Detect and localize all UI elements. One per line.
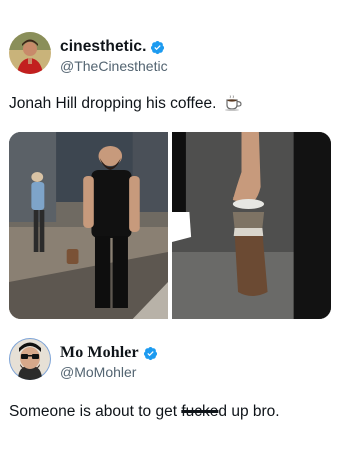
media-photo-2[interactable] bbox=[172, 132, 331, 319]
tweet-text: Someone is about to get fucked up bro. bbox=[9, 402, 280, 422]
verified-badge-icon bbox=[143, 346, 157, 360]
media-photo-1[interactable] bbox=[9, 132, 168, 319]
street-photo bbox=[9, 132, 168, 319]
handle[interactable]: @MoMohler bbox=[60, 364, 136, 380]
tweet-text-struck: fucke bbox=[181, 403, 219, 420]
tweet-text: Jonah Hill dropping his coffee. bbox=[9, 94, 243, 114]
tweet-text-after: d up bro. bbox=[218, 403, 280, 420]
avatar[interactable] bbox=[9, 338, 51, 380]
coffee-cup-icon bbox=[224, 95, 242, 111]
media-grid bbox=[9, 132, 331, 319]
tweet-text-content: Jonah Hill dropping his coffee. bbox=[9, 95, 217, 112]
verified-badge-icon bbox=[151, 40, 165, 54]
author-name-row: cinesthetic. bbox=[60, 38, 165, 56]
tweet-text-before: Someone is about to get bbox=[9, 403, 182, 420]
avatar[interactable] bbox=[9, 32, 51, 74]
display-name[interactable]: cinesthetic. bbox=[60, 38, 146, 56]
author-name-row: Mo Mohler bbox=[60, 344, 158, 362]
handle[interactable]: @TheCinesthetic bbox=[60, 58, 168, 74]
display-name[interactable]: Mo Mohler bbox=[60, 344, 139, 362]
coffee-cup-drop-photo bbox=[172, 132, 331, 319]
